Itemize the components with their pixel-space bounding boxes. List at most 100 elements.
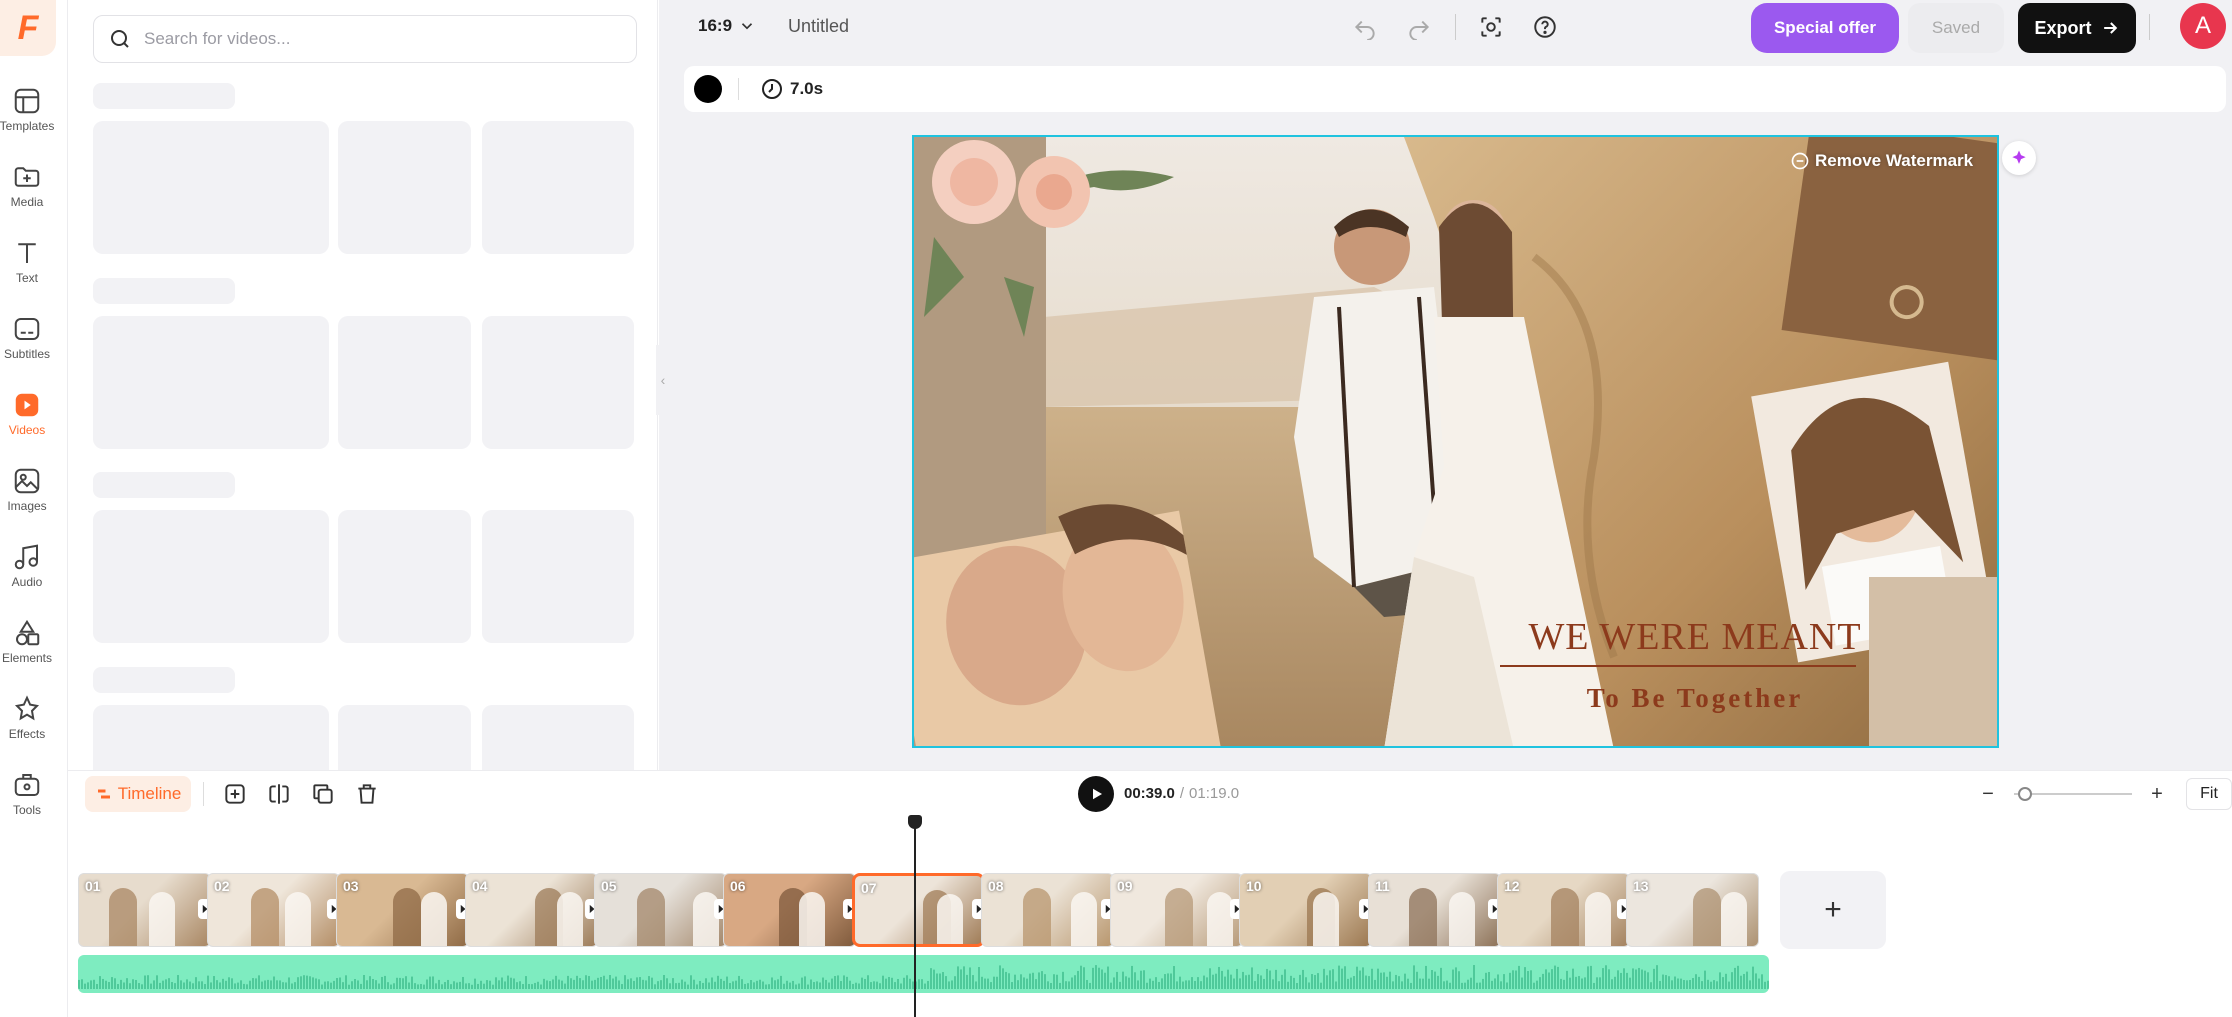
waveform-bar	[1287, 981, 1289, 989]
rail-label: Templates	[0, 119, 55, 133]
export-button[interactable]: Export	[2018, 3, 2136, 53]
waveform-bar	[315, 978, 317, 989]
timeline-clip[interactable]: 05	[594, 873, 727, 947]
waveform-bar	[267, 979, 269, 989]
clip-number: 10	[1246, 878, 1262, 894]
waveform-bar	[996, 976, 998, 989]
waveform-bar	[453, 981, 455, 989]
redo-icon	[1409, 20, 1430, 40]
waveform-bar	[111, 977, 113, 989]
redo-button[interactable]	[1402, 10, 1436, 44]
waveform-bar	[855, 982, 857, 989]
waveform-bar	[360, 983, 362, 989]
rail-item-subtitles[interactable]: Subtitles	[0, 314, 54, 384]
video-canvas[interactable]: WE WERE MEANT To Be Together Remove Wate…	[912, 135, 1999, 748]
undo-icon	[1354, 20, 1375, 40]
waveform-bar	[390, 984, 392, 989]
waveform-bar	[771, 977, 773, 989]
waveform-bar	[567, 975, 569, 989]
app-logo[interactable]: F	[0, 0, 56, 56]
waveform-bar	[90, 980, 92, 989]
waveform-bar	[420, 983, 422, 989]
avatar[interactable]: A	[2180, 3, 2226, 49]
waveform-bar	[1689, 979, 1691, 989]
timeline-clip[interactable]: 04	[465, 873, 598, 947]
headline-text[interactable]: WE WERE MEANT	[1510, 615, 1880, 659]
waveform-bar	[600, 977, 602, 989]
waveform-bar	[1311, 974, 1313, 989]
subline-text[interactable]: To Be Together	[1510, 683, 1880, 714]
waveform-bar	[981, 976, 983, 989]
collapse-panel-button[interactable]: ‹	[656, 345, 670, 415]
undo-button[interactable]	[1348, 10, 1382, 44]
waveform-bar	[258, 975, 260, 989]
rail-item-media[interactable]: Media	[0, 162, 54, 232]
waveform-bar	[1353, 976, 1355, 989]
waveform-bar	[762, 981, 764, 989]
waveform-bar	[1080, 965, 1082, 989]
timeline-clip[interactable]: 02	[207, 873, 340, 947]
timeline-clip[interactable]: 13	[1626, 873, 1759, 947]
waveform-bar	[1590, 965, 1592, 989]
rail-item-text[interactable]: Text	[0, 238, 54, 308]
duration-control[interactable]: 7.0s	[760, 77, 823, 101]
timeline-clip[interactable]: 12	[1497, 873, 1630, 947]
timeline-clip[interactable]: 09	[1110, 873, 1243, 947]
waveform-bar	[849, 980, 851, 989]
timeline-clip[interactable]: 11	[1368, 873, 1501, 947]
waveform-bar	[1641, 969, 1643, 989]
background-color-swatch[interactable]	[694, 75, 722, 103]
timeline-clip[interactable]: 08	[981, 873, 1114, 947]
timeline-clip[interactable]: 06	[723, 873, 856, 947]
waveform-bar	[1743, 973, 1745, 989]
special-offer-button[interactable]: Special offer	[1751, 3, 1899, 53]
rail-item-effects[interactable]: Effects	[0, 694, 54, 764]
timeline-clip[interactable]: 07	[852, 873, 985, 947]
project-title[interactable]: Untitled	[788, 16, 849, 37]
waveform-bar	[1710, 981, 1712, 989]
waveform-bar	[1020, 974, 1022, 989]
waveform-bar	[147, 975, 149, 989]
waveform-bar	[1512, 970, 1514, 989]
audio-track[interactable]	[78, 955, 1769, 993]
rail-item-templates[interactable]: Templates	[0, 86, 54, 156]
waveform-bar	[852, 983, 854, 989]
waveform-bar	[501, 977, 503, 989]
search-input[interactable]: Search for videos...	[93, 15, 637, 63]
rail-item-elements[interactable]: Elements	[0, 618, 54, 688]
playhead-handle[interactable]	[908, 815, 922, 829]
timeline-clip[interactable]: 01	[78, 873, 211, 947]
waveform-bar	[1419, 978, 1421, 989]
waveform-bar	[792, 980, 794, 989]
playhead[interactable]	[914, 815, 916, 1017]
help-button[interactable]	[1528, 10, 1562, 44]
magic-tool-button[interactable]	[2002, 141, 2036, 175]
add-clip-tile[interactable]: +	[1780, 871, 1886, 949]
waveform-bar	[450, 984, 452, 989]
waveform-bar	[330, 982, 332, 989]
rail-item-images[interactable]: Images	[0, 466, 54, 536]
waveform-bar	[1218, 966, 1220, 989]
waveform-bar	[393, 983, 395, 989]
clip-number: 13	[1633, 878, 1649, 894]
waveform-bar	[663, 974, 665, 989]
waveform-bar	[1767, 980, 1769, 989]
waveform-bar	[1164, 974, 1166, 989]
waveform-bar	[357, 980, 359, 989]
waveform-bar	[1050, 982, 1052, 989]
remove-watermark-button[interactable]: Remove Watermark	[1790, 151, 1973, 171]
waveform-bar	[579, 978, 581, 989]
waveform-bar	[1383, 972, 1385, 989]
waveform-bar	[489, 980, 491, 989]
waveform-bar	[597, 977, 599, 989]
waveform-bar	[117, 984, 119, 989]
rail-item-videos[interactable]: Videos	[0, 390, 54, 460]
preview-button[interactable]	[1474, 10, 1508, 44]
waveform-bar	[972, 975, 974, 989]
waveform-bar	[1479, 982, 1481, 989]
aspect-ratio-select[interactable]: 16:9	[698, 16, 756, 36]
timeline-clip[interactable]: 10	[1239, 873, 1372, 947]
rail-item-audio[interactable]: Audio	[0, 542, 54, 612]
waveform-bar	[1620, 972, 1622, 989]
timeline-clip[interactable]: 03	[336, 873, 469, 947]
